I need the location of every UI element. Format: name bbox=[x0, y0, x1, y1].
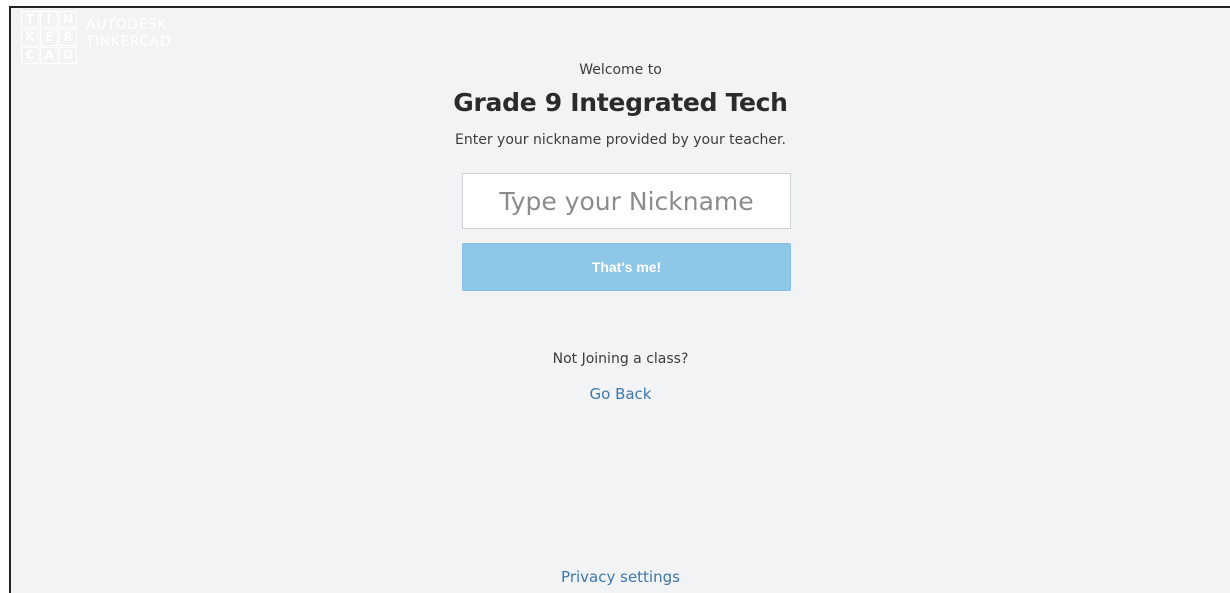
go-back-link[interactable]: Go Back bbox=[590, 385, 652, 403]
instructions-text: Enter your nickname provided by your tea… bbox=[455, 132, 786, 148]
logo-line-tinkercad: TINKERCAD bbox=[86, 34, 171, 50]
privacy-settings-link[interactable]: Privacy settings bbox=[561, 568, 680, 586]
logo-wordmark: AUTODESK TINKERCAD bbox=[86, 17, 171, 51]
nickname-input[interactable] bbox=[462, 173, 791, 229]
logo-letter: N bbox=[59, 11, 77, 28]
welcome-text: Welcome to bbox=[579, 62, 662, 78]
logo-letter: E bbox=[40, 29, 58, 46]
class-title: Grade 9 Integrated Tech bbox=[453, 88, 788, 117]
logo-mark: T I N K E R C A D bbox=[21, 11, 77, 64]
thats-me-button[interactable]: That's me! bbox=[462, 243, 791, 291]
tinkercad-logo[interactable]: T I N K E R C A D AUTODESK TINKERCAD bbox=[21, 11, 171, 64]
not-joining-text: Not Joining a class? bbox=[552, 351, 689, 367]
logo-letter: T bbox=[21, 11, 39, 28]
logo-letter: I bbox=[40, 11, 58, 28]
logo-line-autodesk: AUTODESK bbox=[86, 17, 168, 33]
privacy-container: Privacy settings bbox=[11, 567, 1230, 586]
page-frame: T I N K E R C A D AUTODESK TINKERCAD Wel… bbox=[9, 6, 1230, 593]
logo-letter: K bbox=[21, 29, 39, 46]
logo-letter: R bbox=[59, 29, 77, 46]
go-back-container: Go Back bbox=[11, 384, 1230, 403]
